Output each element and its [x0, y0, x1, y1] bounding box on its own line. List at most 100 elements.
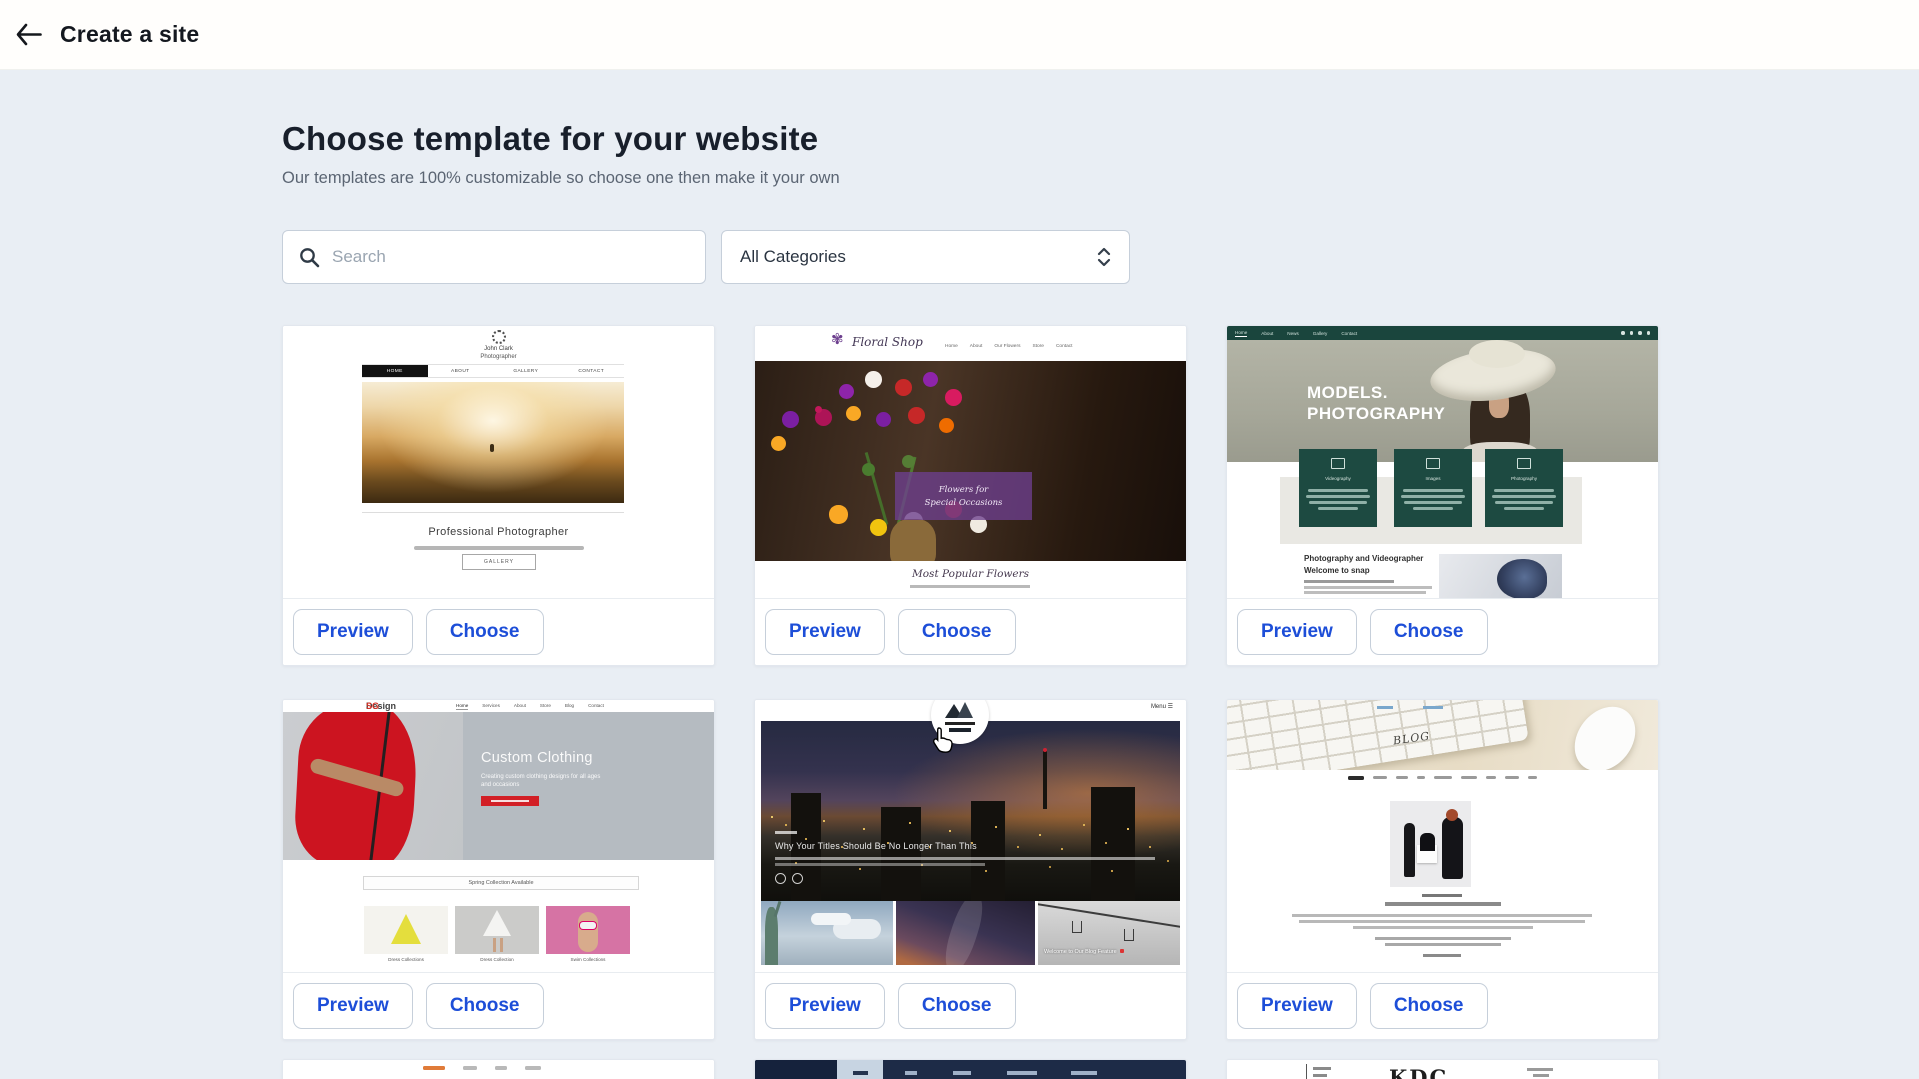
- app-header: Create a site: [0, 0, 1919, 70]
- feature-card-photography: Photography: [1485, 449, 1563, 527]
- blur-bar: [1434, 776, 1452, 780]
- template-card-floral-shop: ✾ Floral Shop Home About Our Flowers Sto…: [754, 325, 1187, 666]
- thumb-nav-item: Contact: [1341, 331, 1357, 336]
- blur-bar: [1495, 501, 1553, 504]
- blur-bar: [1396, 776, 1408, 780]
- preview-button[interactable]: Preview: [1237, 609, 1357, 655]
- category-select[interactable]: All Categories: [721, 230, 1130, 284]
- chairlift-shape: [1124, 929, 1134, 941]
- carousel-prev-circle: [775, 873, 786, 884]
- preview-button[interactable]: Preview: [1237, 983, 1357, 1029]
- choose-button[interactable]: Choose: [426, 609, 544, 655]
- thumb-nav-item: Store: [540, 703, 551, 710]
- thumb-hero-night-skyline-image: Why Your Titles Should Be No Longer Than…: [761, 721, 1180, 901]
- chevron-up-down-icon: [1097, 247, 1111, 267]
- headline-line: MODELS.: [1307, 382, 1445, 403]
- preview-button[interactable]: Preview: [765, 983, 885, 1029]
- template-thumbnail-keyboard-blog[interactable]: BLOG: [1227, 700, 1658, 973]
- thumb-nav-active-item: [837, 1060, 883, 1079]
- blur-bar: [1528, 776, 1537, 780]
- template-card-dark-portfolio: Preview Choose: [754, 1059, 1187, 1079]
- divider: [362, 512, 624, 513]
- back-button[interactable]: [8, 15, 48, 55]
- choose-button[interactable]: Choose: [1370, 983, 1488, 1029]
- figure-shape: [1442, 817, 1463, 879]
- preview-button[interactable]: Preview: [765, 609, 885, 655]
- blur-bar: [1306, 495, 1370, 498]
- thumb-makeup-portrait-image: [1439, 554, 1562, 599]
- figure-shape: [1420, 833, 1435, 851]
- headline-line: PHOTOGRAPHY: [1307, 403, 1445, 424]
- thumb-nav-item: Gallery: [1313, 331, 1328, 336]
- thumb-headline: Professional Photographer: [283, 526, 714, 538]
- thumb-salon-photo: [1390, 801, 1471, 887]
- thumb-brand: Floral Shop: [852, 335, 923, 349]
- feature-card-title: Videography: [1299, 476, 1377, 481]
- blur-bar: [1304, 580, 1394, 583]
- preview-button[interactable]: Preview: [293, 609, 413, 655]
- template-thumbnail-recipes[interactable]: [283, 1060, 714, 1079]
- search-input[interactable]: [332, 247, 689, 267]
- milky-way-shape: [939, 901, 988, 965]
- template-thumbnail-sg-design[interactable]: SG Design Home Services About Store Blog…: [283, 700, 714, 973]
- card-actions: Preview Choose: [1227, 973, 1658, 1039]
- thumb-nav: Home About Our Flowers Store Contact: [945, 344, 1175, 349]
- blur-bar: [1417, 776, 1425, 780]
- body-shape: [578, 912, 598, 952]
- search-box[interactable]: [282, 230, 706, 284]
- page-title: Choose template for your website: [282, 120, 1659, 158]
- template-row-3: Preview Choose Preview Choose: [282, 1059, 1659, 1079]
- filter-bar: All Categories: [282, 230, 1659, 284]
- blur-bar: [463, 1066, 477, 1070]
- thumb-nav-item: Home: [456, 703, 468, 710]
- thumb-nav-item: About: [970, 344, 983, 349]
- preview-button[interactable]: Preview: [293, 983, 413, 1029]
- blur-bar: [1422, 894, 1462, 897]
- thumb-nav-item: Contact: [1056, 344, 1073, 349]
- blur-bar: [1348, 776, 1364, 780]
- thumb-nav-item: ABOUT: [428, 365, 494, 377]
- choose-button[interactable]: Choose: [898, 609, 1016, 655]
- template-thumbnail-travel-blog[interactable]: Menu ☰ Why Your Titles Should B: [755, 700, 1186, 973]
- thumb-hero-model-hat-image: MODELS. PHOTOGRAPHY: [1227, 340, 1658, 462]
- blur-bar: [1413, 507, 1453, 510]
- thumb-hero: Custom Clothing Creating custom clothing…: [283, 712, 714, 860]
- face-shape: [1497, 559, 1547, 599]
- thumb-subline: Creating custom clothing designs for all…: [481, 774, 600, 780]
- product-caption: Dress Collections: [364, 957, 448, 962]
- template-thumbnail-photographer[interactable]: John Clark Photographer HOME ABOUT GALLE…: [283, 326, 714, 599]
- aperture-logo-icon: [492, 330, 506, 344]
- choose-button[interactable]: Choose: [426, 983, 544, 1029]
- thumb-nav-item: About: [1261, 331, 1273, 336]
- choose-button[interactable]: Choose: [1370, 609, 1488, 655]
- city-lights-dots: [771, 816, 773, 818]
- template-thumbnail-models-photography[interactable]: Home About News Gallery Contact MODELS. …: [1227, 326, 1658, 599]
- thumb-nav-item: Home: [1235, 330, 1247, 337]
- blur-bar: [1308, 489, 1368, 492]
- product-thumb-swimwear: [546, 906, 630, 954]
- mouse-shape: [1562, 700, 1648, 770]
- card-actions: Preview Choose: [283, 973, 714, 1039]
- blur-bar: [853, 1071, 868, 1075]
- thumb-nav-item: GALLERY: [493, 365, 559, 377]
- template-thumbnail-kdc[interactable]: KDC: [1227, 1060, 1658, 1079]
- card-actions: Preview Choose: [755, 599, 1186, 665]
- feature-card-images: Images: [1394, 449, 1472, 527]
- thumb-nav-item: HOME: [362, 365, 428, 377]
- torch-shape: [774, 901, 782, 917]
- app-title: Create a site: [60, 21, 199, 48]
- image-icon: [1426, 458, 1440, 469]
- template-gallery-page: Choose template for your website Our tem…: [0, 70, 1919, 1079]
- thumb-logo-role: Photographer: [283, 354, 714, 360]
- template-thumbnail-dark-portfolio[interactable]: [755, 1060, 1186, 1079]
- figure-silhouette: [490, 444, 494, 452]
- product-thumb-yellow-dress: [364, 906, 448, 954]
- leg-shape: [500, 938, 503, 952]
- template-thumbnail-floral-shop[interactable]: ✾ Floral Shop Home About Our Flowers Sto…: [755, 326, 1186, 599]
- yellow-dress-shape: [391, 914, 421, 944]
- carousel-next-circle: [792, 873, 803, 884]
- product-thumb-white-dress: [455, 906, 539, 954]
- choose-button[interactable]: Choose: [898, 983, 1016, 1029]
- banner-line: Special Occasions: [925, 498, 1003, 508]
- blur-bar: [945, 722, 975, 725]
